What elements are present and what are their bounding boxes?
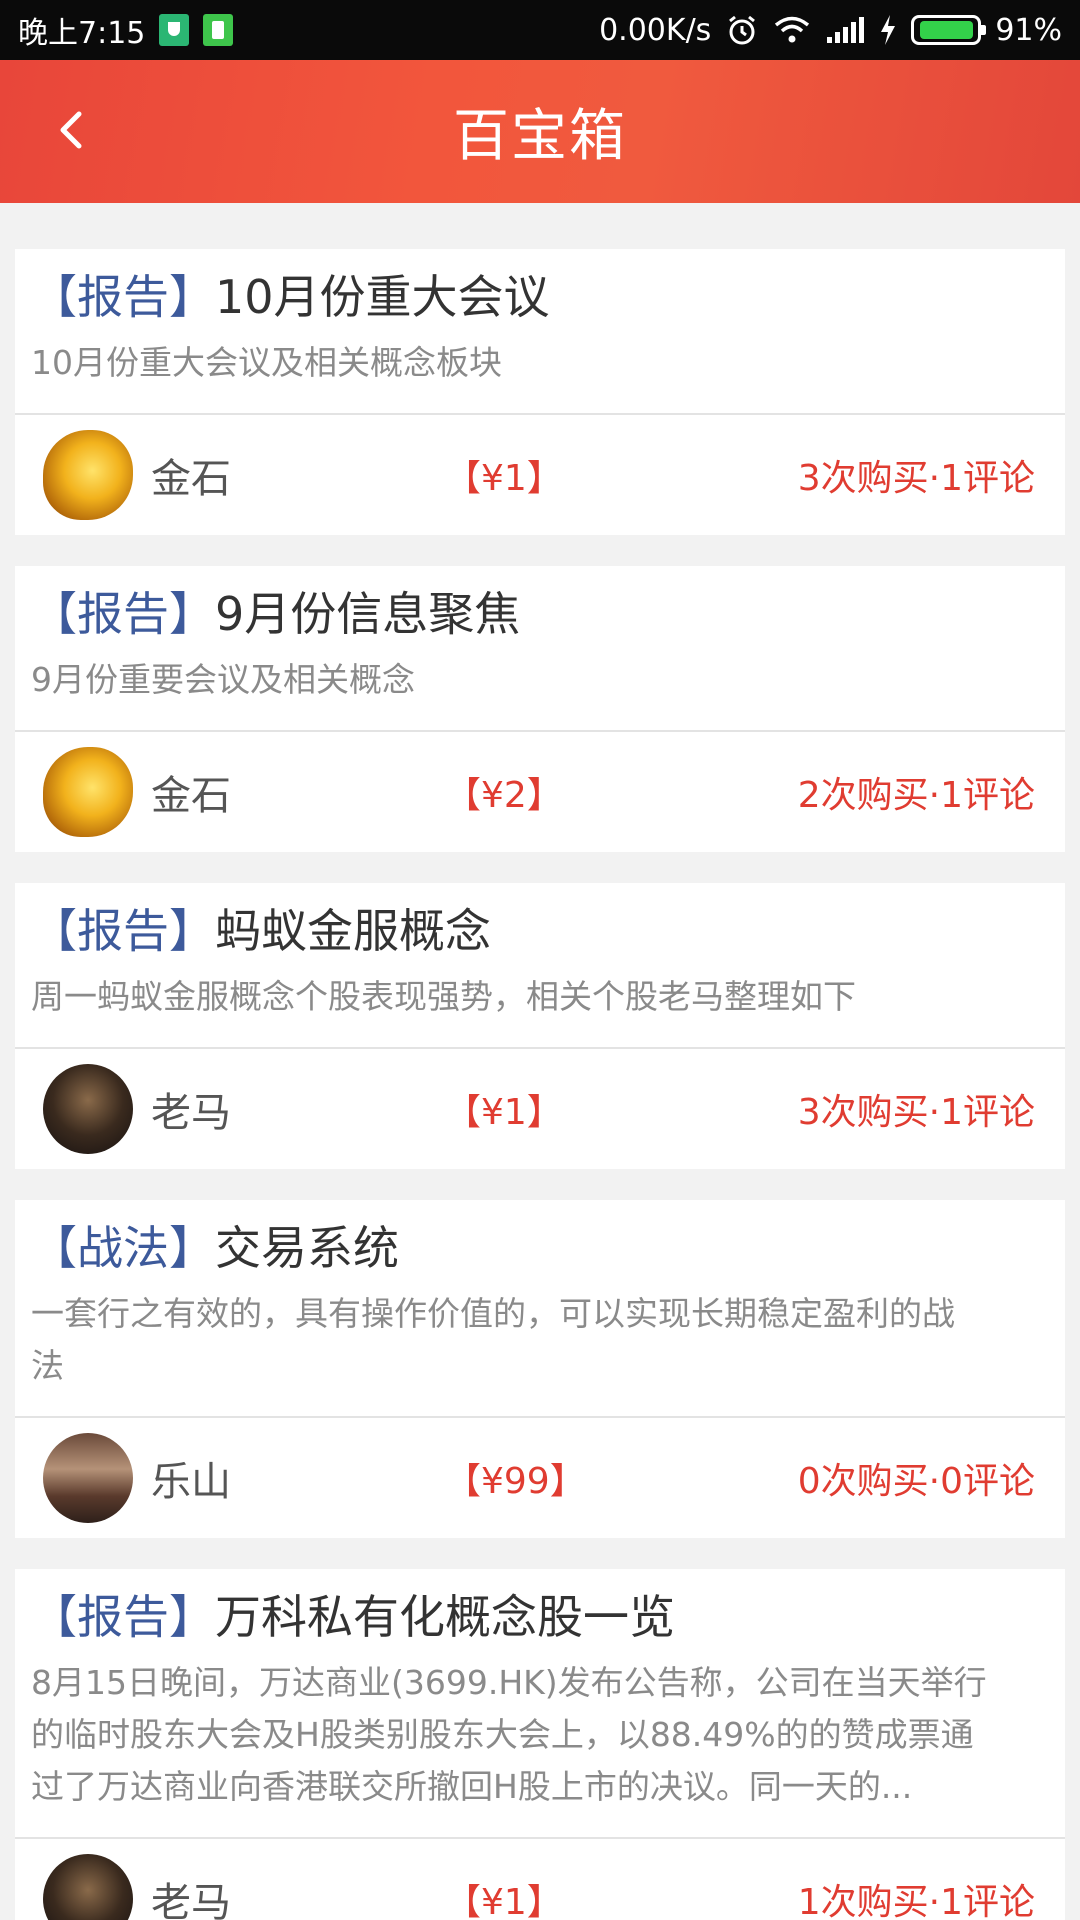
card-title-text: 9月份信息聚焦 <box>215 587 521 641</box>
card-title: 【报告】 蚂蚁金服概念 <box>31 901 1049 961</box>
shield-icon <box>159 14 190 46</box>
card-description-line: 的临时股东大会及H股类别股东大会上，以88.49%的的赞成票通 <box>31 1715 974 1754</box>
treasure-list: 【报告】 10月份重大会议 10月份重大会议及相关概念板块 金石 【¥1】 3次… <box>15 249 1065 1920</box>
card-footer[interactable]: 金石 【¥1】 3次购买·1评论 <box>15 415 1065 535</box>
purchase-comment-stats: 3次购买·1评论 <box>797 1092 1035 1133</box>
card-tag: 【战法】 <box>31 1221 215 1275</box>
card-title-text: 万科私有化概念股一览 <box>215 1590 675 1644</box>
charging-icon <box>879 14 897 46</box>
card-title-text: 10月份重大会议 <box>215 270 550 324</box>
card-description: 8月15日晚间，万达商业(3699.HK)发布公告称，公司在当天举行 的临时股东… <box>31 1657 1049 1813</box>
price: 【¥1】 <box>445 1092 563 1133</box>
purchase-comment-stats: 1次购买·1评论 <box>797 1882 1035 1920</box>
purchase-comment-stats: 3次购买·1评论 <box>797 458 1035 499</box>
author-name[interactable]: 乐山 <box>151 1449 351 1507</box>
card-description-line: 法 <box>31 1346 64 1385</box>
battery-icon <box>911 15 987 45</box>
card-content[interactable]: 【报告】 万科私有化概念股一览 8月15日晚间，万达商业(3699.HK)发布公… <box>15 1569 1065 1839</box>
alarm-icon <box>725 13 759 47</box>
avatar[interactable] <box>43 430 133 520</box>
list-item[interactable]: 【报告】 蚂蚁金服概念 周一蚂蚁金服概念个股表现强势，相关个股老马整理如下 老马… <box>15 883 1065 1169</box>
status-bar-left: 晚上7:15 <box>18 8 234 52</box>
status-bar-right: 0.00K/s 91% <box>599 13 1062 48</box>
card-description-line: 9月份重要会议及相关概念 <box>31 660 415 699</box>
card-title-text: 交易系统 <box>215 1221 399 1275</box>
card-description: 一套行之有效的，具有操作价值的，可以实现长期稳定盈利的战 法 <box>31 1288 1049 1392</box>
card-footer[interactable]: 老马 【¥1】 3次购买·1评论 <box>15 1049 1065 1169</box>
author-name[interactable]: 老马 <box>151 1870 351 1920</box>
avatar[interactable] <box>43 1854 133 1920</box>
card-title-text: 蚂蚁金服概念 <box>215 904 491 958</box>
card-description-line: 8月15日晚间，万达商业(3699.HK)发布公告称，公司在当天举行 <box>31 1663 987 1702</box>
card-title: 【报告】 10月份重大会议 <box>31 267 1049 327</box>
list-item[interactable]: 【报告】 10月份重大会议 10月份重大会议及相关概念板块 金石 【¥1】 3次… <box>15 249 1065 535</box>
price: 【¥99】 <box>445 1461 586 1502</box>
card-content[interactable]: 【报告】 蚂蚁金服概念 周一蚂蚁金服概念个股表现强势，相关个股老马整理如下 <box>15 883 1065 1049</box>
purchase-comment-stats: 2次购买·1评论 <box>797 775 1035 816</box>
back-button[interactable] <box>40 100 100 160</box>
page-title: 百宝箱 <box>453 104 627 169</box>
author-name[interactable]: 金石 <box>151 446 351 504</box>
card-content[interactable]: 【报告】 10月份重大会议 10月份重大会议及相关概念板块 <box>15 249 1065 415</box>
card-tag: 【报告】 <box>31 587 215 641</box>
list-item[interactable]: 【报告】 万科私有化概念股一览 8月15日晚间，万达商业(3699.HK)发布公… <box>15 1569 1065 1920</box>
price: 【¥2】 <box>445 775 563 816</box>
card-description-line: 一套行之有效的，具有操作价值的，可以实现长期稳定盈利的战 <box>31 1294 955 1333</box>
battery-percent: 91% <box>995 12 1062 48</box>
author-name[interactable]: 老马 <box>151 1080 351 1138</box>
battery-app-icon <box>203 14 234 46</box>
signal-icon <box>825 15 865 45</box>
status-bar: 晚上7:15 0.00K/s 91% <box>0 0 1080 60</box>
author-name[interactable]: 金石 <box>151 763 351 821</box>
card-footer[interactable]: 乐山 【¥99】 0次购买·0评论 <box>15 1418 1065 1538</box>
card-tag: 【报告】 <box>31 1590 215 1644</box>
card-title: 【报告】 9月份信息聚焦 <box>31 584 1049 644</box>
avatar[interactable] <box>43 1433 133 1523</box>
card-content[interactable]: 【报告】 9月份信息聚焦 9月份重要会议及相关概念 <box>15 566 1065 732</box>
card-description: 周一蚂蚁金服概念个股表现强势，相关个股老马整理如下 <box>31 971 1049 1023</box>
card-tag: 【报告】 <box>31 270 215 324</box>
price: 【¥1】 <box>445 458 563 499</box>
card-description: 9月份重要会议及相关概念 <box>31 654 1049 706</box>
list-item[interactable]: 【报告】 9月份信息聚焦 9月份重要会议及相关概念 金石 【¥2】 2次购买·1… <box>15 566 1065 852</box>
card-title: 【报告】 万科私有化概念股一览 <box>31 1587 1049 1647</box>
card-footer[interactable]: 金石 【¥2】 2次购买·1评论 <box>15 732 1065 852</box>
app-header: 百宝箱 <box>0 60 1080 203</box>
price: 【¥1】 <box>445 1882 563 1920</box>
purchase-comment-stats: 0次购买·0评论 <box>797 1461 1035 1502</box>
status-time: 晚上7:15 <box>18 16 146 51</box>
card-title: 【战法】 交易系统 <box>31 1218 1049 1278</box>
card-description: 10月份重大会议及相关概念板块 <box>31 337 1049 389</box>
card-content[interactable]: 【战法】 交易系统 一套行之有效的，具有操作价值的，可以实现长期稳定盈利的战 法 <box>15 1200 1065 1418</box>
avatar[interactable] <box>43 1064 133 1154</box>
card-description-line: 周一蚂蚁金服概念个股表现强势，相关个股老马整理如下 <box>31 977 856 1016</box>
list-item[interactable]: 【战法】 交易系统 一套行之有效的，具有操作价值的，可以实现长期稳定盈利的战 法… <box>15 1200 1065 1538</box>
card-description-line: 过了万达商业向香港联交所撤回H股上市的决议。同一天的... <box>31 1767 913 1806</box>
card-tag: 【报告】 <box>31 904 215 958</box>
wifi-icon <box>773 15 811 45</box>
avatar[interactable] <box>43 747 133 837</box>
card-footer[interactable]: 老马 【¥1】 1次购买·1评论 <box>15 1839 1065 1920</box>
network-speed: 0.00K/s <box>599 12 712 48</box>
chevron-left-icon <box>60 111 82 149</box>
card-description-line: 10月份重大会议及相关概念板块 <box>31 343 502 382</box>
